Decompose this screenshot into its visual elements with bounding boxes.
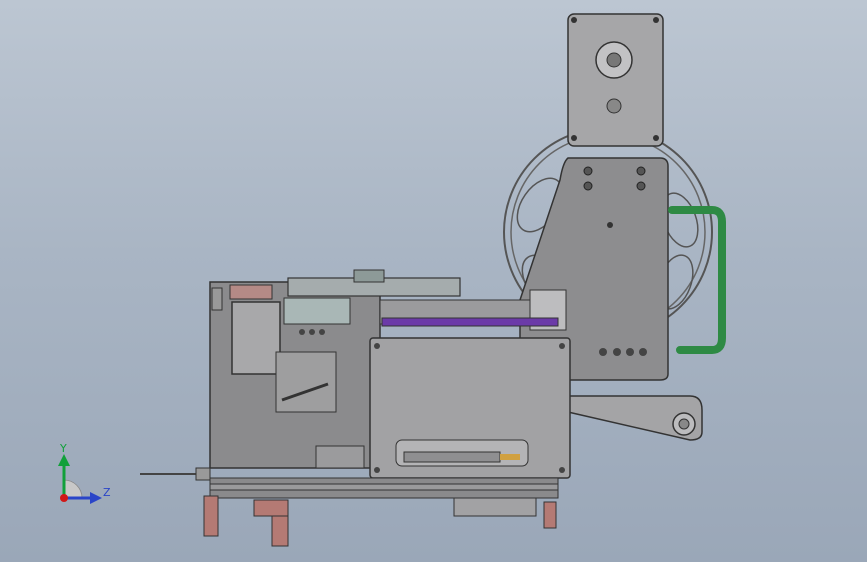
coordinate-triad xyxy=(58,454,102,504)
motor-plate xyxy=(567,13,664,147)
machine-model[interactable] xyxy=(0,0,867,562)
axis-z-label: Z xyxy=(103,486,111,499)
front-cover xyxy=(369,337,571,479)
axis-y-label: Y xyxy=(60,442,67,455)
left-frame xyxy=(209,281,381,469)
swing-arm xyxy=(567,395,703,441)
green-handle xyxy=(668,206,726,354)
purple-bar xyxy=(381,317,559,327)
probe-cable xyxy=(140,467,211,481)
cad-viewport[interactable]: Y Z xyxy=(0,0,867,562)
